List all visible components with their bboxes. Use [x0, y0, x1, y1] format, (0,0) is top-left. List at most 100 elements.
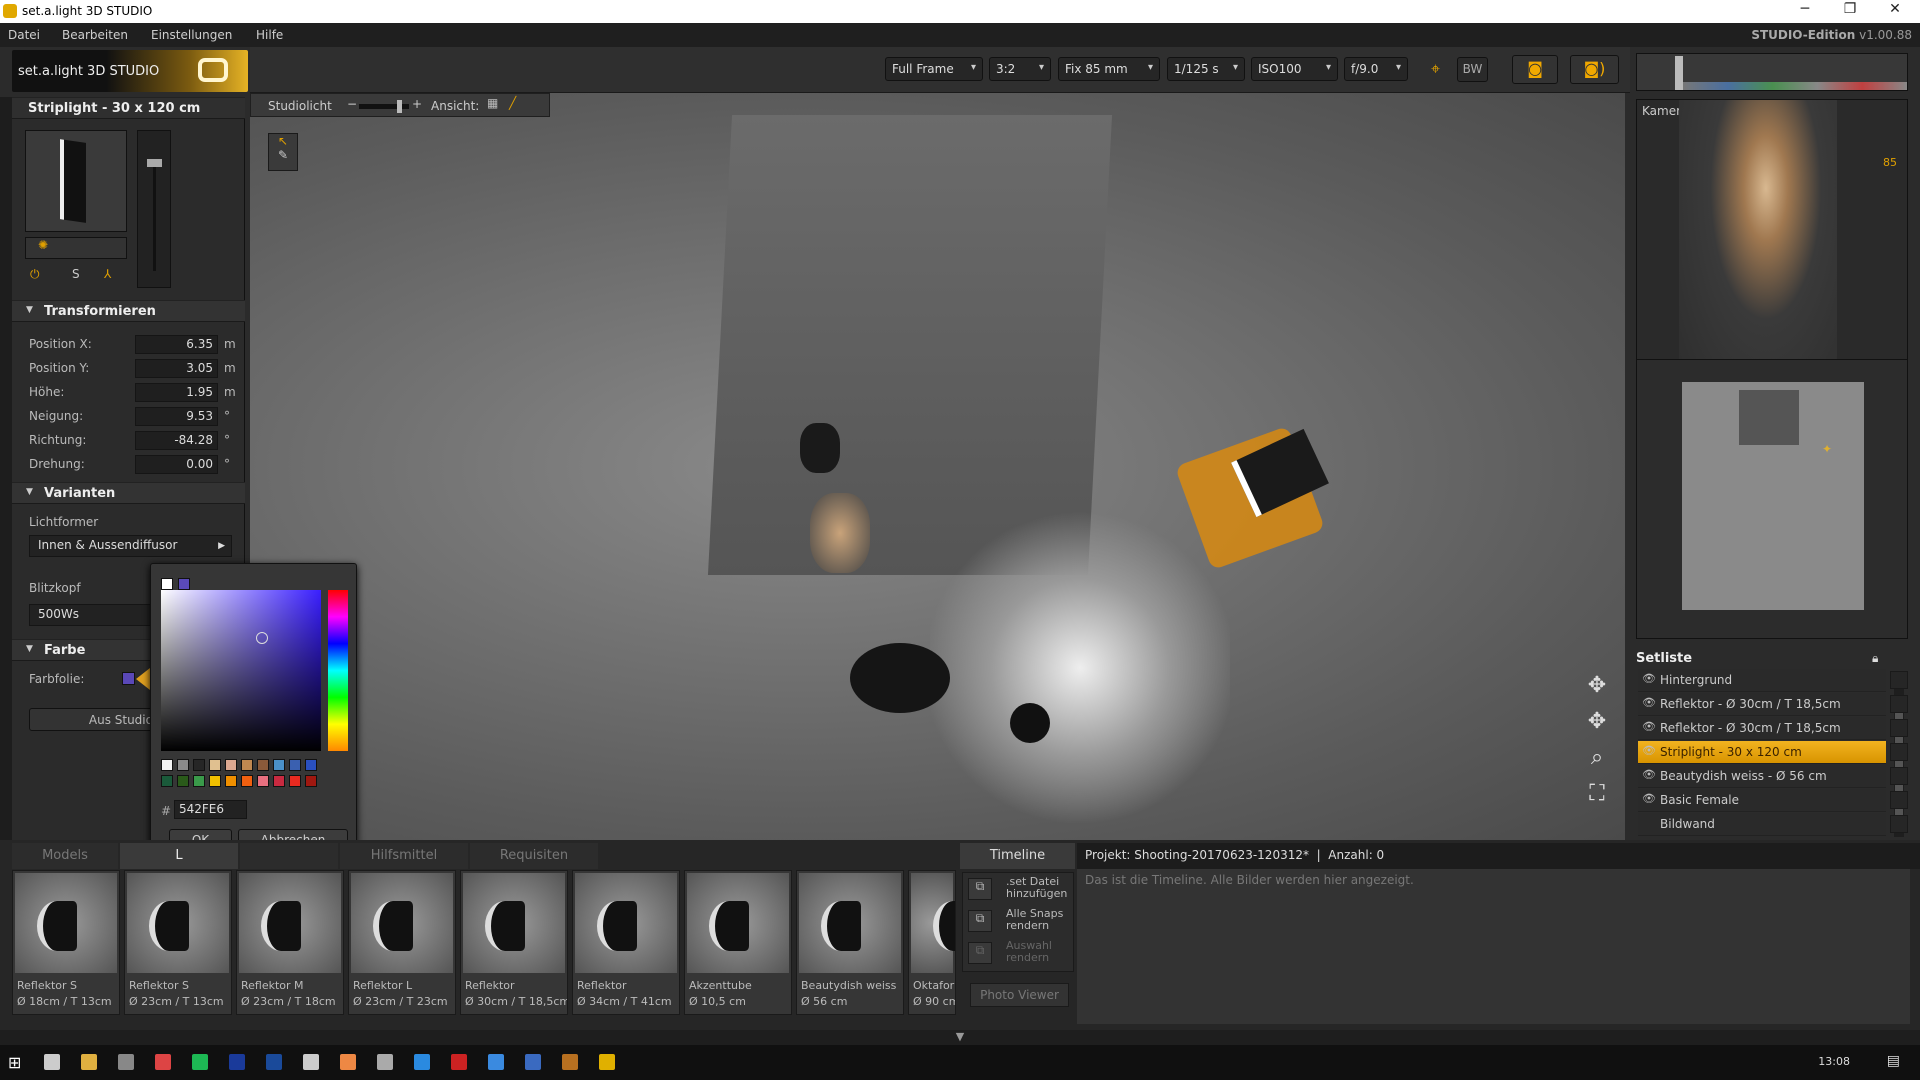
select-tool-icon[interactable]: ↖ — [269, 134, 297, 148]
saturation-value-area[interactable] — [161, 590, 321, 751]
taskbar-app-icon[interactable] — [118, 1054, 134, 1070]
close-button[interactable]: ✕ — [1880, 1, 1910, 17]
move-icon[interactable]: ✥ — [1582, 704, 1612, 740]
reflector-object[interactable] — [800, 423, 840, 473]
color-preset-swatch[interactable] — [177, 775, 189, 787]
taskbar-app-icon[interactable] — [81, 1054, 97, 1070]
setlist-item[interactable]: 👁︎ Hintergrund — [1638, 669, 1908, 692]
taskbar-app-icon[interactable] — [340, 1054, 356, 1070]
start-icon[interactable]: ⊞ — [8, 1053, 21, 1072]
color-cursor[interactable] — [256, 632, 268, 644]
studiolicht-plus[interactable]: + — [412, 97, 422, 111]
color-preset-swatch[interactable] — [241, 775, 253, 787]
iso-dropdown[interactable]: ISO100 — [1251, 57, 1338, 81]
lock-icon[interactable]: 🔒︎ — [1872, 651, 1878, 666]
line-icon[interactable]: ╱ — [509, 96, 516, 110]
menu-bearbeiten[interactable]: Bearbeiten — [62, 28, 128, 42]
beautydish-object[interactable] — [850, 643, 950, 713]
color-swatch[interactable] — [122, 672, 135, 685]
taskbar-app-icon[interactable] — [599, 1054, 615, 1070]
color-preset-swatch[interactable] — [241, 759, 253, 771]
minimize-button[interactable]: ─ — [1790, 1, 1820, 17]
eye-icon[interactable]: 👁︎ — [1642, 768, 1656, 781]
taskbar-app-icon[interactable] — [192, 1054, 208, 1070]
color-preset-swatch[interactable] — [209, 775, 221, 787]
setlist-item[interactable]: 👁︎ Reflektor - Ø 30cm / T 18,5cm — [1638, 717, 1908, 740]
zoom-icon[interactable]: ⌕ — [1582, 740, 1612, 776]
eye-icon[interactable]: 👁︎ — [1642, 744, 1656, 757]
lock-checkbox[interactable] — [1890, 767, 1908, 785]
lock-checkbox[interactable] — [1890, 791, 1908, 809]
timeline-action-button[interactable]: ⧉ Auswahl rendern — [968, 940, 1072, 970]
taskbar-app-icon[interactable] — [414, 1054, 430, 1070]
lock-checkbox[interactable] — [1890, 815, 1908, 833]
color-preset-swatch[interactable] — [305, 759, 317, 771]
color-preset-swatch[interactable] — [273, 759, 285, 771]
hue-slider[interactable] — [328, 590, 348, 751]
library-item[interactable]: Reflektor Ø 34cm / T 41cm — [572, 870, 680, 1015]
color-preset-swatch[interactable] — [161, 775, 173, 787]
taskbar-app-icon[interactable] — [44, 1054, 60, 1070]
eye-icon[interactable]: 👁︎ — [1642, 792, 1656, 805]
taskbar-app-icon[interactable] — [525, 1054, 541, 1070]
transform-value-input[interactable]: 0.00 — [135, 455, 218, 474]
transform-value-input[interactable]: -84.28 — [135, 431, 218, 450]
transform-value-input[interactable]: 9.53 — [135, 407, 218, 426]
setlist-item[interactable]: 👁︎ Striplight - 30 x 120 cm — [1638, 741, 1908, 764]
3d-viewport[interactable]: Studiolicht − + Ansicht: ▦ ╱ ↖ ✎ ✥ ✥ ⌕ ⛶ — [250, 93, 1625, 840]
fit-icon[interactable]: ⛶ — [1582, 776, 1612, 812]
color-preset-swatch[interactable] — [209, 759, 221, 771]
color-preset-swatch[interactable] — [177, 759, 189, 771]
shutter-dropdown[interactable]: 1/125 s — [1167, 57, 1245, 81]
taskbar-app-icon[interactable] — [229, 1054, 245, 1070]
color-preset-swatch[interactable] — [305, 775, 317, 787]
library-tab[interactable] — [240, 843, 338, 869]
color-preset-swatch[interactable] — [193, 775, 205, 787]
taskbar-app-icon[interactable] — [303, 1054, 319, 1070]
transform-header[interactable]: ▼ Transformieren — [12, 300, 245, 322]
modeling-light-icon[interactable]: ✺ — [25, 237, 127, 259]
setlist-item[interactable]: 👁︎ Basic Female — [1638, 789, 1908, 812]
photo-viewer-button[interactable]: Photo Viewer — [970, 983, 1069, 1007]
menu-hilfe[interactable]: Hilfe — [256, 28, 283, 42]
setlist-item[interactable]: 👁︎ Beautydish weiss - Ø 56 cm — [1638, 765, 1908, 788]
color-preset-swatch[interactable] — [289, 775, 301, 787]
camera-snap-icon[interactable]: ◙ — [1512, 55, 1558, 84]
lens-dropdown[interactable]: Fix 85 mm — [1058, 57, 1160, 81]
bw-button[interactable]: BW — [1457, 57, 1488, 82]
power-icon[interactable]: ⏻ — [30, 267, 40, 282]
solo-button[interactable]: S — [72, 267, 80, 281]
taskbar-app-icon[interactable] — [562, 1054, 578, 1070]
timeline-action-button[interactable]: ⧉ .set Datei hinzufügen — [968, 876, 1072, 906]
color-preset-swatch[interactable] — [257, 759, 269, 771]
top-view-map[interactable]: ✦ — [1682, 382, 1864, 610]
library-item[interactable]: Reflektor S Ø 18cm / T 13cm — [12, 870, 120, 1015]
taskbar-app-icon[interactable] — [266, 1054, 282, 1070]
variants-header[interactable]: ▼ Varianten — [12, 482, 245, 504]
lock-checkbox[interactable] — [1890, 719, 1908, 737]
library-item[interactable]: Reflektor M Ø 23cm / T 18cm — [236, 870, 344, 1015]
hex-input[interactable]: 542FE6 — [174, 800, 247, 819]
color-preset-swatch[interactable] — [273, 775, 285, 787]
timeline-action-button[interactable]: ⧉ Alle Snaps rendern — [968, 908, 1072, 938]
eye-icon[interactable]: 👁︎ — [1642, 672, 1656, 685]
setlist-item[interactable]: Bildwand — [1638, 813, 1908, 836]
sensor-dropdown[interactable]: Full Frame — [885, 57, 983, 81]
tab-timeline[interactable]: Timeline — [960, 843, 1075, 869]
library-tab[interactable]: Requisiten — [470, 843, 598, 869]
striplight-marker[interactable]: ✦ — [1822, 442, 1832, 456]
library-tab[interactable]: Models — [12, 843, 118, 869]
notifications-icon[interactable]: ▤ — [1887, 1053, 1900, 1069]
taskbar-app-icon[interactable] — [155, 1054, 171, 1070]
current-color-swatch[interactable] — [178, 578, 190, 590]
pan-icon[interactable]: ✥ — [1582, 668, 1612, 704]
color-preset-swatch[interactable] — [289, 759, 301, 771]
timeline-area[interactable]: Das ist die Timeline. Alle Bilder werden… — [1077, 869, 1910, 1024]
reflector-object-2[interactable] — [1010, 703, 1050, 743]
model-figure[interactable] — [810, 493, 870, 573]
transform-value-input[interactable]: 3.05 — [135, 359, 218, 378]
ratio-dropdown[interactable]: 3:2 — [989, 57, 1051, 81]
color-preset-swatch[interactable] — [225, 759, 237, 771]
left-scrollbar[interactable] — [0, 97, 12, 840]
previous-color-swatch[interactable] — [161, 578, 173, 590]
